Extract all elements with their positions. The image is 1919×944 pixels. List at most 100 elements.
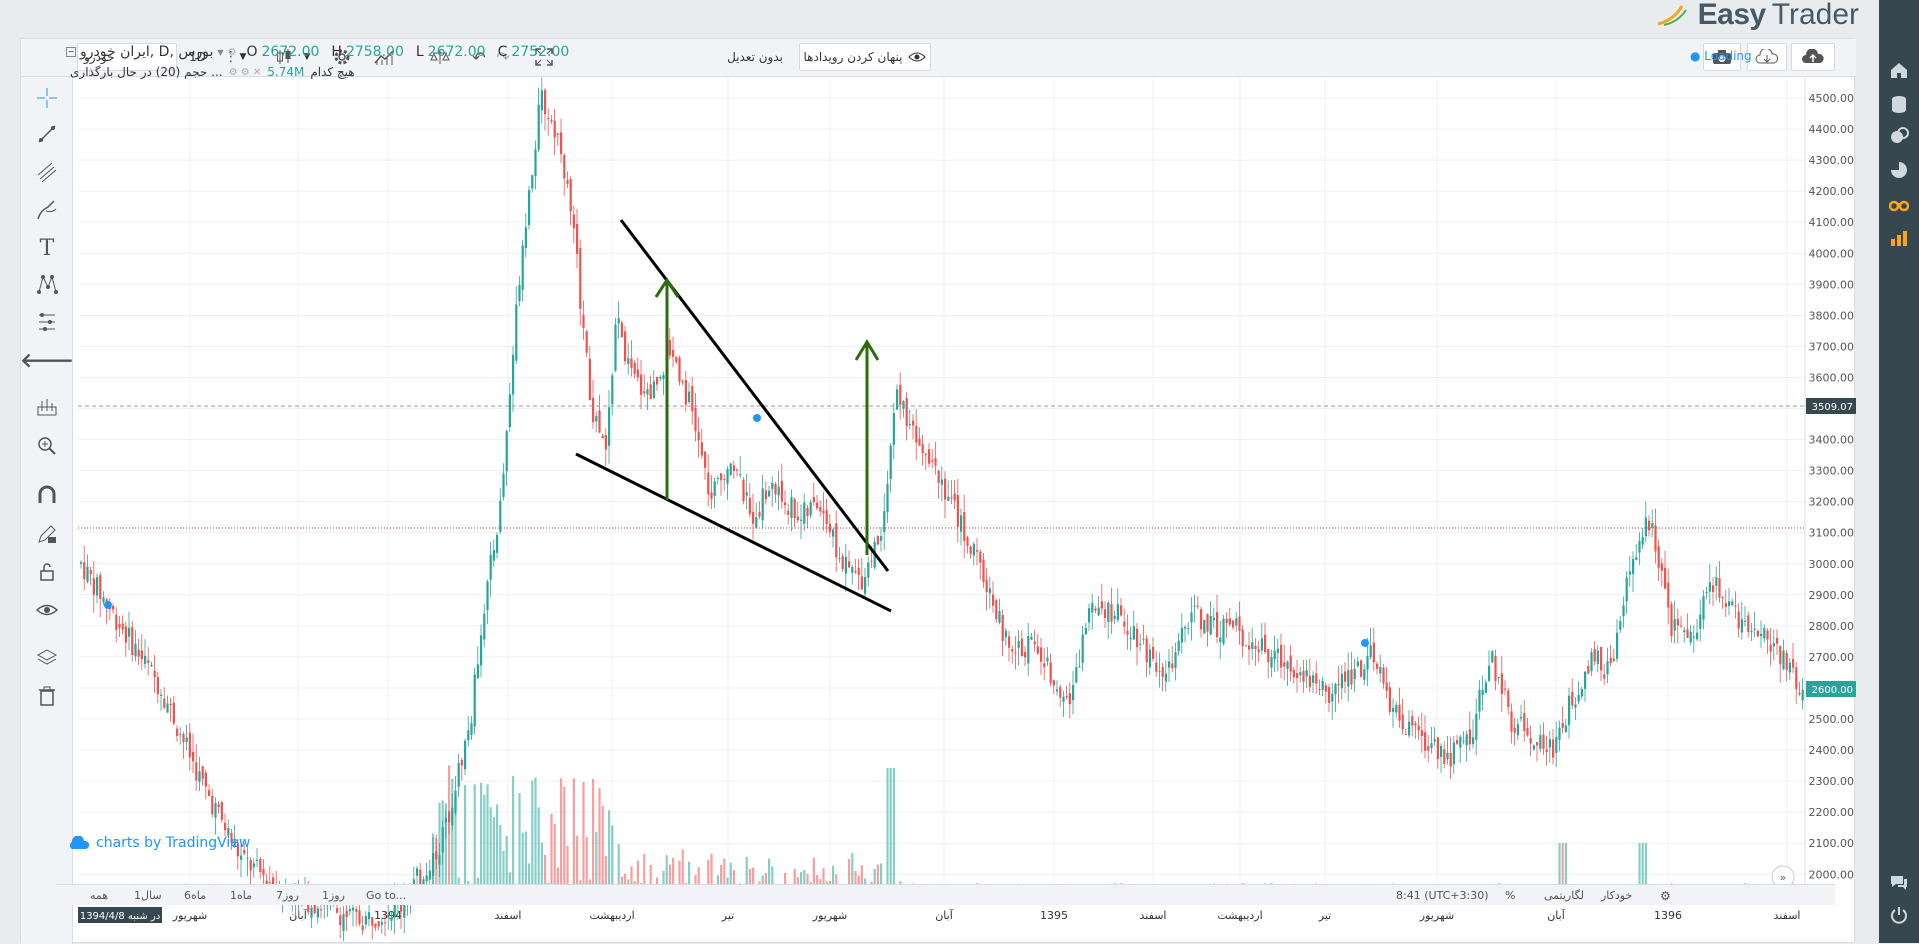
candle-body — [476, 664, 479, 678]
price-tick-label: 2800.00 — [1809, 620, 1855, 633]
candle-body — [694, 407, 697, 432]
candle-body — [918, 438, 921, 446]
candle-body — [470, 723, 473, 735]
candle-body — [905, 397, 908, 427]
tradingview-link[interactable]: charts by TradingView — [68, 835, 250, 851]
candle-body — [1721, 596, 1724, 599]
candle-body — [1552, 739, 1555, 758]
time-tick-label: تیر — [721, 909, 734, 922]
candle-body — [1430, 743, 1433, 748]
candle-body — [1084, 627, 1087, 635]
range-1y[interactable]: 1سال — [134, 889, 162, 902]
price-chart[interactable]: 4500.00 4400.00 4300.00 4200.00 4100.00 4000.… — [0, 0, 1919, 943]
range-1m[interactable]: 1ماه — [230, 889, 252, 902]
o-label: O — [246, 44, 258, 60]
candle-body — [992, 594, 995, 606]
candle-body — [1200, 609, 1203, 630]
candle-body — [1360, 660, 1363, 677]
range-1d[interactable]: 1روز — [322, 889, 345, 902]
auto-toggle[interactable]: خودکار — [1601, 889, 1632, 902]
candle-body — [1737, 611, 1740, 629]
candle-body — [352, 907, 355, 911]
candle-body — [563, 154, 566, 179]
candle-body — [1027, 635, 1030, 664]
time-tick-label: اسفند — [495, 909, 522, 922]
candle-body — [569, 179, 572, 212]
candle-body — [982, 559, 985, 583]
candle-body — [355, 909, 358, 912]
candle-body — [1529, 738, 1532, 744]
candle-body — [524, 227, 527, 249]
price-tick-label: 4300.00 — [1809, 154, 1855, 167]
candle-body — [534, 149, 537, 176]
candle-body — [908, 424, 911, 426]
candle-body — [1049, 662, 1052, 683]
price-tick-label: 3600.00 — [1809, 371, 1855, 384]
candle-body — [1635, 557, 1638, 560]
log-toggle[interactable]: لگاریتمی — [1544, 889, 1584, 902]
candle-body — [1129, 637, 1132, 640]
candle-body — [576, 223, 579, 254]
candle-body — [1625, 577, 1628, 602]
range-7d[interactable]: 7روز — [276, 889, 299, 902]
candle-body — [1376, 663, 1379, 669]
price-tick-label: 3200.00 — [1809, 496, 1855, 509]
chevron-down-icon[interactable]: ▼ — [217, 48, 223, 57]
price-tick-label: 3700.00 — [1809, 340, 1855, 353]
time-zone[interactable]: 8:41 (UTC+3:30) — [1396, 889, 1489, 902]
candle-body — [697, 431, 700, 441]
candle-body — [1510, 711, 1513, 732]
candle-body — [380, 922, 383, 925]
candle-body — [182, 733, 185, 743]
gear-icon[interactable]: ⚙ — [1660, 889, 1671, 903]
candle-body — [656, 377, 659, 385]
candle-body — [1350, 669, 1353, 685]
candle-body — [1481, 690, 1484, 696]
candle-body — [944, 478, 947, 500]
candle-body — [1740, 619, 1743, 633]
candle-body — [940, 479, 943, 485]
candle-body — [249, 859, 252, 871]
candle-body — [1440, 746, 1443, 757]
candle-body — [1526, 728, 1529, 736]
settings-small-icon[interactable]: ⚙ — [228, 47, 237, 58]
candle-body — [956, 495, 959, 527]
range-6m[interactable]: 6ماه — [184, 889, 206, 902]
candle-body — [553, 120, 556, 138]
candle-body — [761, 488, 764, 521]
candle-body — [115, 614, 118, 630]
candle-body — [691, 385, 694, 412]
candle-body — [252, 863, 255, 868]
candle-body — [457, 762, 460, 787]
candle-body — [262, 868, 265, 876]
candle-body — [1168, 661, 1171, 668]
goto-button[interactable]: Go to... — [366, 889, 406, 902]
settings-small-icon[interactable]: ⚙ ⚙ ✕ — [229, 67, 262, 78]
candle-body — [1289, 655, 1292, 672]
candle-body — [1622, 605, 1625, 617]
candle-body — [1177, 640, 1180, 652]
candle-body — [1302, 670, 1305, 682]
collapse-legend-icon[interactable]: − — [66, 47, 76, 57]
candle-body — [1264, 634, 1267, 653]
candle-body — [172, 702, 175, 724]
candle-body — [848, 561, 851, 568]
candle-body — [240, 855, 243, 860]
candle-body — [374, 923, 377, 928]
range-all[interactable]: همه — [90, 889, 108, 902]
price-tick-label: 4500.00 — [1809, 92, 1855, 105]
candle-body — [1558, 727, 1561, 740]
candle-body — [604, 435, 607, 450]
candle-body — [659, 376, 662, 379]
candle-body — [1667, 582, 1670, 608]
percent-toggle[interactable]: % — [1505, 889, 1515, 902]
candle-body — [1728, 601, 1731, 607]
loading-text: Loading — [1704, 49, 1752, 63]
candle-body — [1046, 657, 1049, 662]
candle-body — [1056, 689, 1059, 692]
candle-body — [1075, 667, 1078, 683]
candle-body — [1136, 628, 1139, 648]
candle-body — [1286, 661, 1289, 669]
candle-body — [179, 734, 182, 736]
candle-body — [1123, 621, 1126, 627]
